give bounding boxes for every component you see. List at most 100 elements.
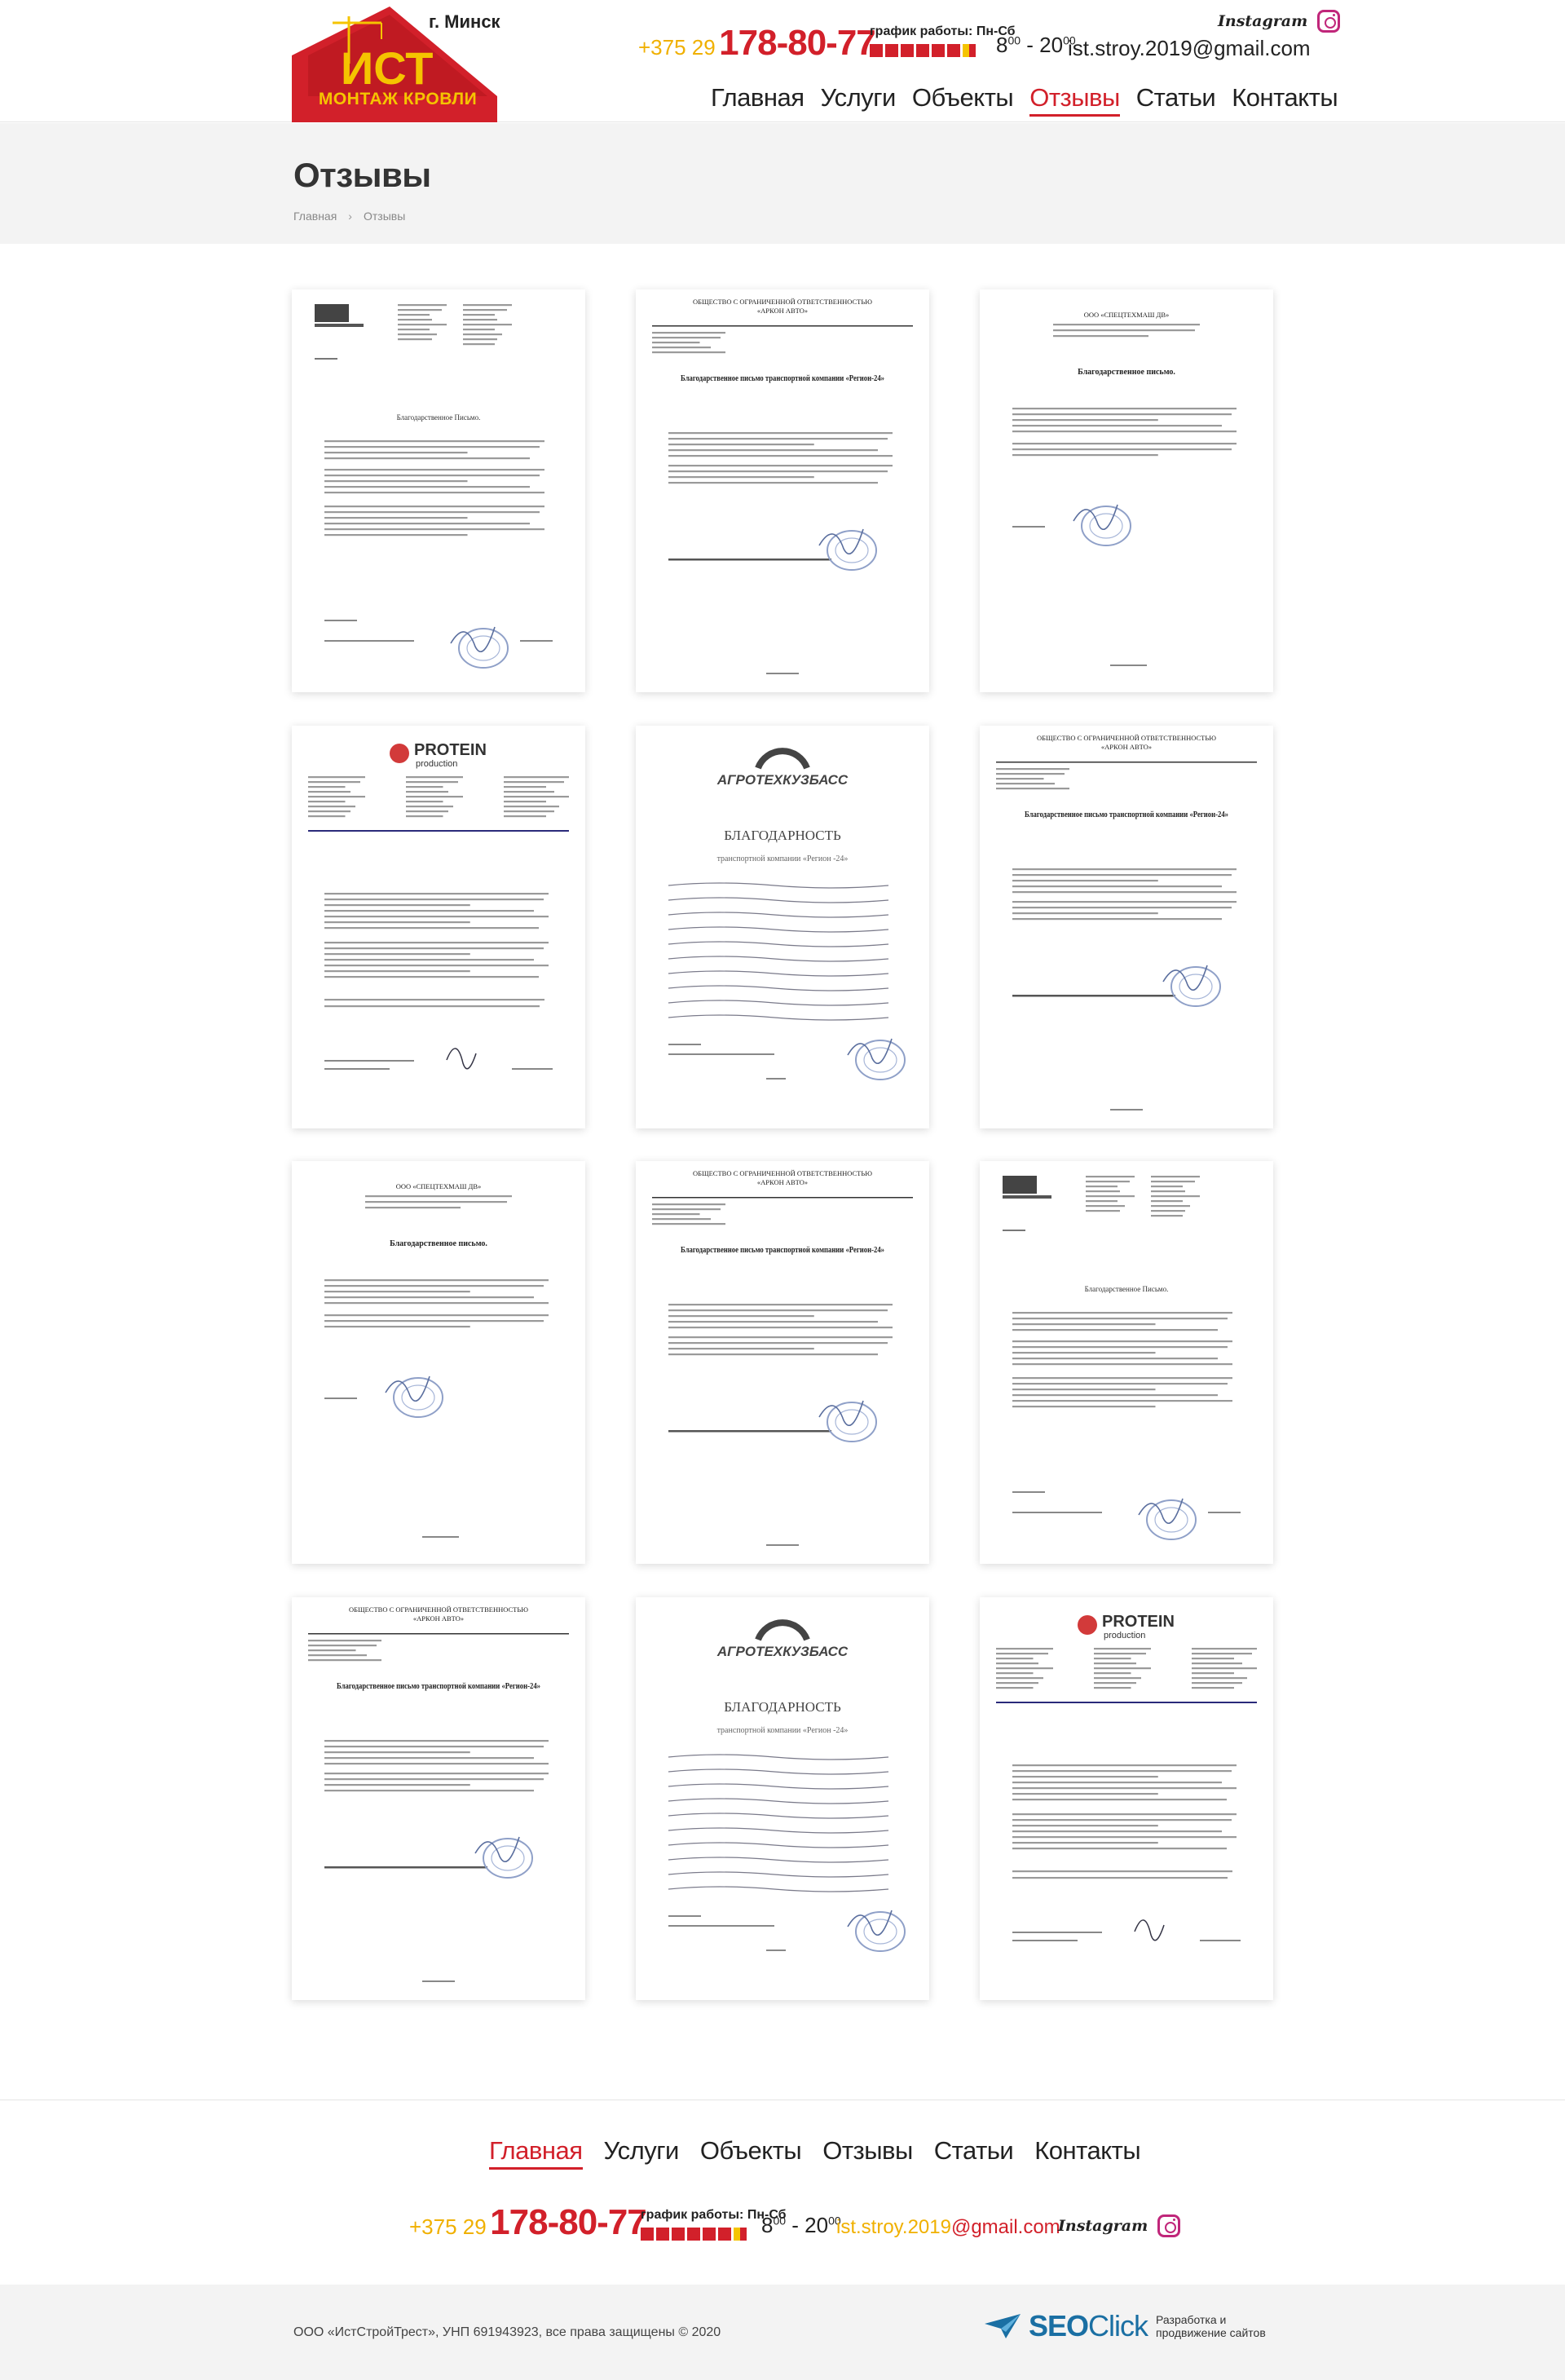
footer-phone-prefix: +375 29	[409, 2214, 487, 2239]
review-letter-card[interactable]: ОБЩЕСТВО С ОГРАНИЧЕННОЙ ОТВЕТСТВЕННОСТЬЮ…	[636, 1161, 929, 1564]
svg-text:АГРОТЕХКУЗБАСС: АГРОТЕХКУЗБАСС	[716, 772, 849, 788]
footer-nav-objects[interactable]: Объекты	[700, 2136, 802, 2170]
review-letter-image: ОБЩЕСТВО С ОГРАНИЧЕННОЙ ОТВЕТСТВЕННОСТЬЮ…	[292, 1597, 585, 2000]
review-letter-image: АГРОТЕХКУЗБАСС БЛАГОДАРНОСТЬ транспортной …	[636, 726, 929, 1128]
phone-number: 178-80-77	[719, 23, 876, 63]
svg-text:«АРКОН АВТО»: «АРКОН АВТО»	[1101, 743, 1152, 751]
footer-nav-home[interactable]: Главная	[489, 2136, 583, 2170]
copyright-text: ООО «ИстСтройТрест», УНП 691943923, все …	[293, 2325, 721, 2339]
svg-text:production: production	[1104, 1631, 1145, 1640]
footer-phone[interactable]: +375 29 178-80-77	[409, 2202, 647, 2243]
svg-text:транспортной компании «Регион: транспортной компании «Регион -24»	[717, 854, 849, 863]
day-thu	[687, 2228, 700, 2241]
header-phone[interactable]: +375 29 178-80-77	[638, 23, 876, 64]
logo-letters: ИСТ	[341, 42, 434, 94]
nav-reviews[interactable]: Отзывы	[1029, 83, 1120, 117]
review-letter-image: ОБЩЕСТВО С ОГРАНИЧЕННОЙ ОТВЕТСТВЕННОСТЬЮ…	[636, 1161, 929, 1564]
footer-work-hours: 800 - 2000	[761, 2213, 841, 2237]
svg-text:АГРОТЕХКУЗБАСС: АГРОТЕХКУЗБАСС	[716, 1644, 849, 1659]
footer-instagram-label: Instagram	[1058, 2217, 1148, 2235]
schedule-days	[870, 44, 984, 57]
day-fri	[703, 2228, 716, 2241]
review-letter-image: ОБЩЕСТВО С ОГРАНИЧЕННОЙ ОТВЕТСТВЕННОСТЬЮ…	[980, 726, 1273, 1128]
review-letter-card[interactable]: Благодарственное Письмо.	[292, 289, 585, 692]
review-letter-card[interactable]: АГРОТЕХКУЗБАСС БЛАГОДАРНОСТЬ транспортной …	[636, 1597, 929, 2000]
footer-nav-reviews[interactable]: Отзывы	[822, 2136, 913, 2170]
breadcrumb-home[interactable]: Главная	[293, 210, 337, 223]
breadcrumb: Главная › Отзывы	[293, 210, 405, 223]
work-schedule: график работы: Пн-Сб	[870, 24, 1016, 57]
svg-text:Благодарственное письмо трансп: Благодарственное письмо транспортной ком…	[681, 1246, 884, 1255]
review-letter-card[interactable]: PROTEIN production	[292, 726, 585, 1128]
breadcrumb-chevron-icon: ›	[348, 210, 352, 223]
instagram-icon	[1317, 10, 1341, 33]
svg-text:PROTEIN: PROTEIN	[1102, 1613, 1175, 1631]
review-letter-card[interactable]: Благодарственное Письмо.	[980, 1161, 1273, 1564]
page-title: Отзывы	[293, 156, 431, 194]
svg-text:«АРКОН АВТО»: «АРКОН АВТО»	[757, 307, 808, 315]
review-letter-card[interactable]: PROTEIN production	[980, 1597, 1273, 2000]
review-letter-card[interactable]: ОБЩЕСТВО С ОГРАНИЧЕННОЙ ОТВЕТСТВЕННОСТЬЮ…	[292, 1597, 585, 2000]
review-letter-image: ОБЩЕСТВО С ОГРАНИЧЕННОЙ ОТВЕТСТВЕННОСТЬЮ…	[636, 289, 929, 692]
review-letter-card[interactable]: ООО «СПЕЦТЕХМАШ ДВ» Благодарственное пись…	[980, 289, 1273, 692]
developer-link[interactable]: SEOClick Разработка и продвижение сайтов	[985, 2309, 1278, 2343]
work-hours: 800 - 2000	[996, 33, 1076, 57]
copyright-band: ООО «ИстСтройТрест», УНП 691943923, все …	[0, 2285, 1565, 2380]
footer-schedule-days	[641, 2228, 755, 2241]
day-fri	[932, 44, 945, 57]
footer-nav-services[interactable]: Услуги	[604, 2136, 680, 2170]
day-wed	[901, 44, 914, 57]
header-email[interactable]: ist.stroy.2019@gmail.com	[1068, 36, 1311, 61]
svg-text:Благодарственное письмо трансп: Благодарственное письмо транспортной ком…	[1025, 810, 1228, 819]
svg-text:production: production	[416, 759, 457, 769]
footer-work-schedule: график работы: Пн-Сб	[641, 2208, 787, 2241]
phone-prefix: +375 29	[638, 35, 716, 60]
svg-text:Благодарственное Письмо.: Благодарственное Письмо.	[1085, 1285, 1169, 1293]
svg-text:Благодарственное письмо трансп: Благодарственное письмо транспортной ком…	[337, 1682, 540, 1691]
review-letter-image: Благодарственное Письмо.	[292, 289, 585, 692]
footer-phone-number: 178-80-77	[490, 2202, 647, 2242]
review-letter-card[interactable]: ОБЩЕСТВО С ОГРАНИЧЕННОЙ ОТВЕТСТВЕННОСТЬЮ…	[980, 726, 1273, 1128]
footer-schedule-label: график работы: Пн-Сб	[641, 2208, 787, 2222]
svg-text:ОБЩЕСТВО С ОГРАНИЧЕННОЙ ОТВЕТС: ОБЩЕСТВО С ОГРАНИЧЕННОЙ ОТВЕТСТВЕННОСТЬЮ	[693, 298, 872, 306]
svg-text:Благодарственное письмо.: Благодарственное письмо.	[1078, 368, 1175, 377]
review-letter-image: ООО «СПЕЦТЕХМАШ ДВ» Благодарственное пись…	[292, 1161, 585, 1564]
nav-home[interactable]: Главная	[711, 83, 805, 117]
instagram-label: Instagram	[1218, 12, 1308, 30]
nav-objects[interactable]: Объекты	[912, 83, 1014, 117]
review-letter-image: АГРОТЕХКУЗБАСС БЛАГОДАРНОСТЬ транспортной …	[636, 1597, 929, 2000]
footer-nav: Главная Услуги Объекты Отзывы Статьи Кон…	[489, 2136, 1141, 2170]
footer-nav-articles[interactable]: Статьи	[934, 2136, 1014, 2170]
developer-logo: SEOClick	[1029, 2309, 1148, 2342]
svg-text:БЛАГОДАРНОСТЬ: БЛАГОДАРНОСТЬ	[724, 1699, 841, 1715]
svg-text:транспортной компании «Регион: транспортной компании «Регион -24»	[717, 1726, 849, 1735]
nav-services[interactable]: Услуги	[821, 83, 897, 117]
svg-text:ООО «СПЕЦТЕХМАШ ДВ»: ООО «СПЕЦТЕХМАШ ДВ»	[396, 1182, 482, 1190]
instagram-link[interactable]: Instagram	[1218, 8, 1341, 34]
review-letter-card[interactable]: ОБЩЕСТВО С ОГРАНИЧЕННОЙ ОТВЕТСТВЕННОСТЬЮ…	[636, 289, 929, 692]
footer-nav-contacts[interactable]: Контакты	[1034, 2136, 1140, 2170]
site-footer: Главная Услуги Объекты Отзывы Статьи Кон…	[0, 2100, 1565, 2284]
review-letter-image: Благодарственное Письмо.	[980, 1161, 1273, 1564]
svg-text:ОБЩЕСТВО С ОГРАНИЧЕННОЙ ОТВЕТС: ОБЩЕСТВО С ОГРАНИЧЕННОЙ ОТВЕТСТВЕННОСТЬЮ	[349, 1605, 528, 1614]
footer-instagram-link[interactable]: Instagram	[1058, 2213, 1181, 2239]
svg-text:ОБЩЕСТВО С ОГРАНИЧЕННОЙ ОТВЕТС: ОБЩЕСТВО С ОГРАНИЧЕННОЙ ОТВЕТСТВЕННОСТЬЮ	[1037, 734, 1216, 742]
svg-text:Благодарственное письмо трансп: Благодарственное письмо транспортной ком…	[681, 374, 884, 383]
svg-text:ООО «СПЕЦТЕХМАШ ДВ»: ООО «СПЕЦТЕХМАШ ДВ»	[1084, 311, 1170, 319]
footer-email[interactable]: ist.stroy.2019@gmail.com	[836, 2216, 1060, 2239]
review-letter-image: ООО «СПЕЦТЕХМАШ ДВ» Благодарственное пись…	[980, 289, 1273, 692]
review-letter-card[interactable]: АГРОТЕХКУЗБАСС БЛАГОДАРНОСТЬ транспортной …	[636, 726, 929, 1128]
svg-text:Благодарственное письмо.: Благодарственное письмо.	[390, 1239, 487, 1248]
day-tue	[885, 44, 898, 57]
svg-text:PROTEIN: PROTEIN	[414, 741, 487, 759]
nav-articles[interactable]: Статьи	[1136, 83, 1216, 117]
logo-title: МОНТАЖ КРОВЛИ	[318, 90, 478, 108]
nav-contacts[interactable]: Контакты	[1232, 83, 1338, 117]
site-header: ИСТ г. Минск МОНТАЖ КРОВЛИ +375 29 178-8…	[0, 0, 1565, 122]
day-mon	[870, 44, 883, 57]
day-thu	[916, 44, 929, 57]
svg-text:«АРКОН АВТО»: «АРКОН АВТО»	[413, 1614, 464, 1623]
review-letter-image: PROTEINproduction	[980, 1597, 1273, 2000]
review-letter-card[interactable]: ООО «СПЕЦТЕХМАШ ДВ» Благодарственное пись…	[292, 1161, 585, 1564]
review-letter-image: PROTEINproduction	[292, 726, 585, 1128]
